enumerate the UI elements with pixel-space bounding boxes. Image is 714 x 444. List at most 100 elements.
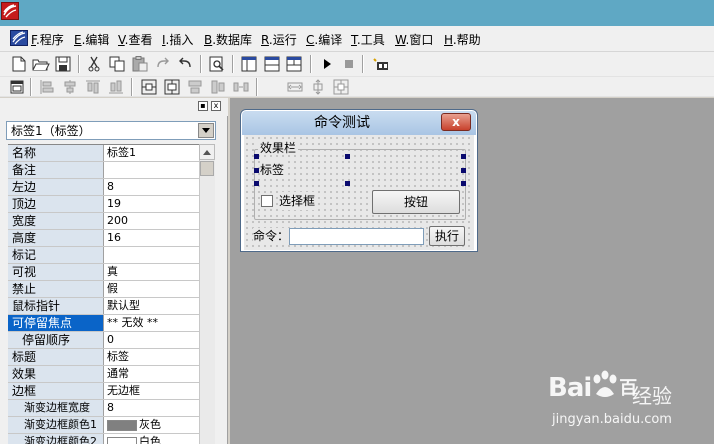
property-row[interactable]: 顶边 19 (8, 196, 199, 213)
run-icon[interactable] (318, 55, 336, 73)
property-value[interactable]: ** 无效 ** (107, 315, 199, 331)
property-value[interactable]: 8 (107, 400, 199, 416)
scroll-up-icon[interactable] (199, 144, 215, 160)
redo-icon[interactable] (154, 55, 172, 73)
debug-icon[interactable] (372, 55, 390, 73)
center-v-icon[interactable] (163, 78, 181, 96)
selection-handle[interactable] (345, 181, 350, 186)
selection-handle[interactable] (461, 154, 466, 159)
selection-handle[interactable] (254, 168, 259, 173)
undo-icon[interactable] (176, 55, 194, 73)
menu-help[interactable]: H.帮助 (444, 32, 481, 48)
property-row[interactable]: 宽度 200 (8, 213, 199, 230)
grid-icon[interactable] (309, 78, 327, 96)
property-row[interactable]: 名称 标签1 (8, 145, 199, 162)
property-row[interactable]: 渐变边框颜色1 灰色 (8, 417, 199, 434)
align-top-icon[interactable] (84, 78, 102, 96)
copy-icon[interactable] (108, 55, 126, 73)
menu-run-key: R (261, 33, 269, 47)
property-row[interactable]: 标记 (8, 247, 199, 264)
chevron-down-icon[interactable] (198, 123, 214, 138)
menu-edit[interactable]: E.编辑 (74, 32, 109, 48)
property-value[interactable]: 白色 (107, 434, 199, 444)
space-v-icon[interactable] (286, 78, 304, 96)
selection-handle[interactable] (345, 154, 350, 159)
property-row[interactable]: 渐变边框颜色2 白色 (8, 434, 199, 444)
property-row[interactable]: 备注 (8, 162, 199, 179)
property-value[interactable]: 假 (107, 281, 199, 297)
property-value[interactable]: 200 (107, 213, 199, 229)
snap-grid-icon[interactable] (332, 78, 350, 96)
menu-run[interactable]: R.运行 (261, 32, 297, 48)
property-row[interactable]: 鼠标指针 默认型 (8, 298, 199, 315)
property-value[interactable]: 无边框 (107, 383, 199, 399)
layout-2-icon[interactable] (263, 55, 281, 73)
property-value[interactable]: 8 (107, 179, 199, 195)
property-value[interactable] (107, 162, 199, 178)
property-value[interactable]: 标签1 (107, 145, 199, 161)
property-value[interactable]: 灰色 (107, 417, 199, 433)
align-left-icon[interactable] (38, 78, 56, 96)
selection-handle[interactable] (461, 181, 466, 186)
panel-pin-button[interactable]: ▪ (198, 101, 208, 111)
menu-window[interactable]: W.窗口 (395, 32, 433, 48)
open-folder-icon[interactable] (32, 55, 50, 73)
menu-app-icon[interactable] (10, 30, 28, 46)
new-file-icon[interactable] (10, 55, 28, 73)
center-h-icon[interactable] (140, 78, 158, 96)
stop-icon[interactable] (340, 55, 358, 73)
property-row[interactable]: 停留顺序 0 (8, 332, 199, 349)
property-value[interactable]: 通常 (107, 366, 199, 382)
space-h-icon[interactable] (232, 78, 250, 96)
selection-handle[interactable] (254, 154, 259, 159)
property-value[interactable]: 标签 (107, 349, 199, 365)
property-row[interactable]: 禁止假 (8, 281, 199, 298)
layout-3-icon[interactable] (285, 55, 303, 73)
property-value[interactable]: 默认型 (107, 298, 199, 314)
menu-program[interactable]: F.程序 (31, 32, 64, 48)
label-control[interactable]: 标签 (260, 161, 285, 179)
property-value[interactable] (107, 247, 199, 263)
property-row[interactable]: 可停留焦点 ** 无效 ** (8, 315, 199, 332)
form-close-button[interactable]: x (441, 113, 471, 131)
property-row[interactable]: 渐变边框宽度 8 (8, 400, 199, 417)
property-row[interactable]: 边框 无边框 (8, 383, 199, 400)
cut-icon[interactable] (85, 55, 103, 73)
execute-button[interactable]: 执行 (429, 226, 465, 246)
menu-run-label: .运行 (268, 33, 297, 47)
align-center-v-icon[interactable] (61, 78, 79, 96)
property-row[interactable]: 标题 标签 (8, 349, 199, 366)
menu-view[interactable]: V.查看 (118, 32, 153, 48)
property-name: 可停留焦点 (8, 315, 104, 331)
toolbar-separator (30, 78, 32, 96)
scrollbar-thumb[interactable] (200, 161, 214, 176)
form-icon[interactable] (8, 78, 26, 96)
paste-icon[interactable] (131, 55, 149, 73)
property-value[interactable]: 0 (107, 332, 199, 348)
selection-handle[interactable] (254, 181, 259, 186)
command-input[interactable] (289, 228, 424, 245)
save-icon[interactable] (54, 55, 72, 73)
panel-close-button[interactable]: x (211, 101, 221, 111)
selection-handle[interactable] (461, 168, 466, 173)
select-checkbox[interactable] (261, 195, 273, 207)
form-button[interactable]: 按钮 (372, 190, 460, 214)
align-bottom-icon[interactable] (107, 78, 125, 96)
layout-1-icon[interactable] (240, 55, 258, 73)
same-height-icon[interactable] (209, 78, 227, 96)
find-icon[interactable] (208, 55, 226, 73)
menu-compile[interactable]: C.编译 (306, 32, 342, 48)
property-value[interactable]: 19 (107, 196, 199, 212)
property-row[interactable]: 高度 16 (8, 230, 199, 247)
property-row[interactable]: 效果 通常 (8, 366, 199, 383)
menu-tools[interactable]: T.工具 (351, 32, 385, 48)
property-row[interactable]: 左边 8 (8, 179, 199, 196)
same-width-icon[interactable] (186, 78, 204, 96)
menu-database[interactable]: B.数据库 (204, 32, 252, 48)
layout-toolbar (0, 77, 714, 97)
property-row[interactable]: 可视真 (8, 264, 199, 281)
property-value[interactable]: 16 (107, 230, 199, 246)
property-scrollbar[interactable] (199, 144, 215, 444)
menu-insert[interactable]: I.插入 (162, 32, 193, 48)
property-value[interactable]: 真 (107, 264, 199, 280)
